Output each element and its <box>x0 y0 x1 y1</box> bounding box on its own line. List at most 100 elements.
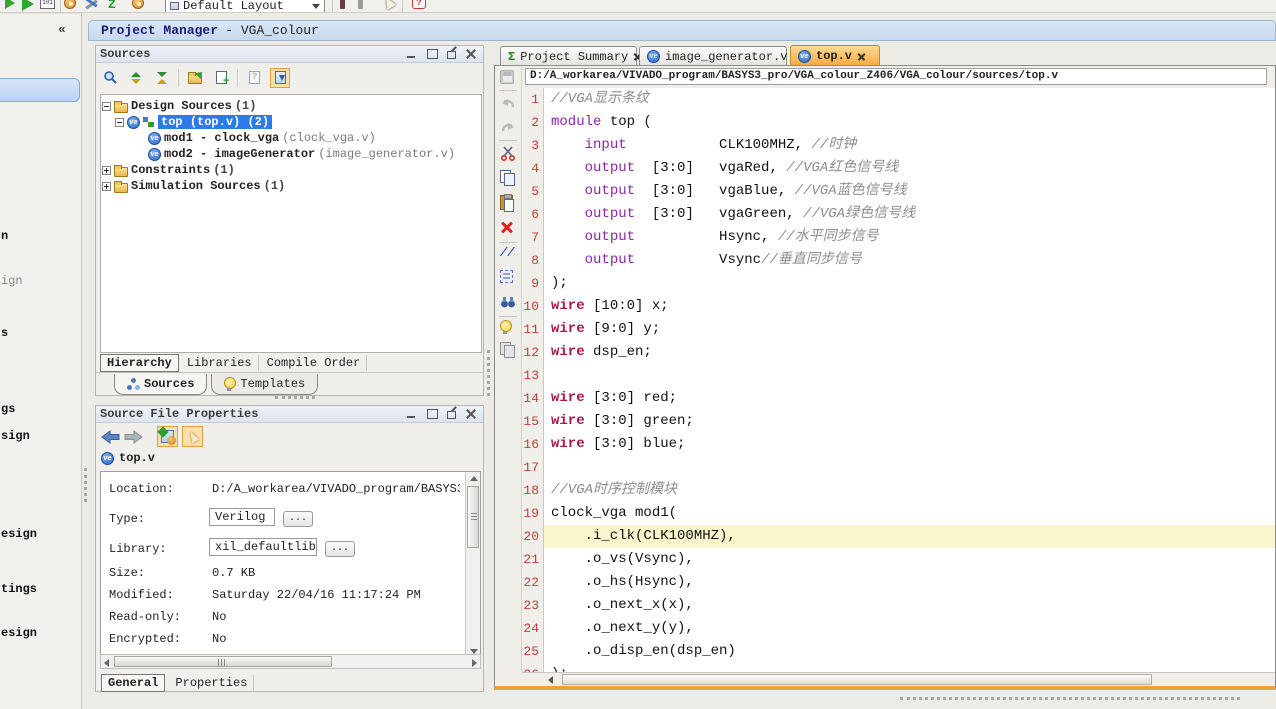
code-line[interactable]: 9); <box>522 272 1275 295</box>
collapse-expander-icon[interactable] <box>102 102 111 111</box>
close-button[interactable] <box>466 48 477 59</box>
tree-row-design-sources[interactable]: Design Sources (1) <box>102 98 256 114</box>
tab-templates[interactable]: Templates <box>211 374 318 395</box>
duplicate-button[interactable] <box>500 342 517 359</box>
code-line[interactable]: 16wire [3:0] blue; <box>522 433 1275 456</box>
code-line[interactable]: 2module top ( <box>522 111 1275 134</box>
minimize-button[interactable] <box>406 48 417 59</box>
settings-gear-button[interactable] <box>64 0 76 9</box>
run-all-button[interactable] <box>22 0 34 11</box>
tree-row-simulation-sources[interactable]: Simulation Sources (1) <box>102 178 285 194</box>
flow-nav-item-fragment[interactable]: sign <box>1 429 30 443</box>
tab-sources[interactable]: Sources <box>114 374 207 395</box>
code-line[interactable]: 3 input CLK100MHZ, //时钟 <box>522 134 1275 157</box>
expand-all-button[interactable] <box>126 68 146 88</box>
save-button[interactable] <box>500 70 517 87</box>
close-tab-icon[interactable] <box>857 52 866 61</box>
properties-horizontal-scrollbar[interactable] <box>100 654 481 669</box>
code-line[interactable]: 6 output [3:0] vgaGreen, //VGA绿色信号线 <box>522 203 1275 226</box>
simulation-button[interactable] <box>40 0 55 9</box>
flow-nav-item-fragment[interactable]: n <box>1 229 8 243</box>
flow-nav-item-fragment[interactable]: esign <box>1 626 37 640</box>
layout-select[interactable]: Default Layout <box>165 0 325 13</box>
maximize-button[interactable] <box>426 48 437 59</box>
collapse-panel-button[interactable]: « <box>58 22 78 38</box>
vertical-splitter-handle[interactable] <box>487 350 490 396</box>
scrollbar-thumb[interactable] <box>467 486 479 548</box>
flow-nav-item-fragment[interactable]: s <box>1 326 8 340</box>
close-button[interactable] <box>466 408 477 419</box>
tab-project-summary[interactable]: Project Summary <box>500 46 637 66</box>
code-line[interactable]: 13 <box>522 364 1275 387</box>
add-sources-button[interactable] <box>211 68 231 88</box>
unpin-button[interactable] <box>358 0 363 9</box>
expand-expander-icon[interactable] <box>102 182 111 191</box>
block-select-button[interactable] <box>500 270 517 287</box>
maximize-button[interactable] <box>426 408 437 419</box>
flow-nav-selected-item[interactable] <box>0 78 80 102</box>
flow-nav-item-fragment[interactable]: esign <box>1 527 37 541</box>
delete-button[interactable] <box>500 220 517 237</box>
library-value-box[interactable]: xil_defaultlib <box>209 538 317 556</box>
tree-row-constraints[interactable]: Constraints (1) <box>102 162 235 178</box>
code-line[interactable]: 4 output [3:0] vgaRed, //VGA红色信号线 <box>522 157 1275 180</box>
copy-button[interactable] <box>500 170 517 187</box>
flow-nav-item-fragment[interactable]: gs <box>1 402 15 416</box>
editor-horizontal-scrollbar[interactable] <box>522 672 1275 686</box>
tree-row-top-module[interactable]: top (top.v) (2) <box>115 114 272 130</box>
select-cursor-button[interactable] <box>384 0 394 8</box>
help-button[interactable] <box>412 0 426 9</box>
type-value-box[interactable]: Verilog <box>209 508 275 526</box>
config-gear-button[interactable] <box>132 0 144 9</box>
undo-button[interactable] <box>500 95 517 112</box>
code-line[interactable]: 22 .o_hs(Hsync), <box>522 571 1275 594</box>
tree-row-mod1[interactable]: mod1 - clock_vga (clock_vga.v) <box>148 130 376 146</box>
forward-button[interactable] <box>124 430 143 444</box>
tab-hierarchy[interactable]: Hierarchy <box>100 354 179 372</box>
properties-gear-button[interactable] <box>157 426 178 447</box>
expand-expander-icon[interactable] <box>102 166 111 175</box>
code-line[interactable]: 10wire [10:0] x; <box>522 295 1275 318</box>
code-line[interactable]: 14wire [3:0] red; <box>522 387 1275 410</box>
paste-button[interactable] <box>500 195 517 212</box>
code-line[interactable]: 25 .o_disp_en(dsp_en) <box>522 640 1275 663</box>
zynq-button[interactable] <box>108 0 116 12</box>
sources-tree[interactable]: Design Sources (1) top (top.v) (2) mod1 … <box>100 94 482 353</box>
code-line[interactable]: 7 output Hsync, //水平同步信号 <box>522 226 1275 249</box>
panel-splitter-handle[interactable] <box>84 468 87 502</box>
help-sources-button[interactable] <box>244 68 264 88</box>
cut-button[interactable] <box>500 145 517 162</box>
minimize-button[interactable] <box>406 408 417 419</box>
code-line[interactable]: 11wire [9:0] y; <box>522 318 1275 341</box>
code-line[interactable]: 24 .o_next_y(y), <box>522 617 1275 640</box>
lightbulb-button[interactable] <box>500 320 517 337</box>
code-line[interactable]: 20 .i_clk(CLK100MHZ), <box>522 525 1275 548</box>
code-text-area[interactable]: 1//VGA显示条纹2module top (3 input CLK100MHZ… <box>522 88 1275 672</box>
code-line[interactable]: 21 .o_vs(Vsync), <box>522 548 1275 571</box>
scrollbar-thumb[interactable] <box>562 674 1152 685</box>
code-line[interactable]: 8 output Vsync//垂直同步信号 <box>522 249 1275 272</box>
tab-properties[interactable]: Properties <box>169 675 254 691</box>
flow-nav-item-fragment[interactable]: ign <box>1 274 23 288</box>
browse-type-button[interactable]: ... <box>283 511 313 527</box>
open-folder-button[interactable] <box>185 68 205 88</box>
back-button[interactable] <box>101 430 120 444</box>
bottom-splitter-handle[interactable] <box>900 697 1240 700</box>
tab-libraries[interactable]: Libraries <box>181 355 259 371</box>
run-button[interactable] <box>5 0 15 9</box>
toggle-comment-button[interactable] <box>500 246 517 263</box>
select-pointer-button[interactable] <box>182 426 203 447</box>
tab-general[interactable]: General <box>101 674 165 692</box>
float-button[interactable] <box>446 48 457 59</box>
horizontal-splitter-handle[interactable] <box>275 396 315 399</box>
file-path-field[interactable]: D:/A_workarea/VIVADO_program/BASYS3_pro/… <box>525 68 1267 85</box>
pin-button[interactable] <box>340 0 345 9</box>
code-line[interactable]: 19clock_vga mod1( <box>522 502 1275 525</box>
tab-top-v[interactable]: top.v <box>790 45 880 66</box>
properties-vertical-scrollbar[interactable] <box>465 472 480 658</box>
redo-button[interactable] <box>500 119 517 136</box>
collapse-expander-icon[interactable] <box>115 118 124 127</box>
tools-button[interactable] <box>84 0 98 11</box>
tab-compile-order[interactable]: Compile Order <box>261 355 368 371</box>
scrollbar-thumb[interactable] <box>114 656 332 667</box>
